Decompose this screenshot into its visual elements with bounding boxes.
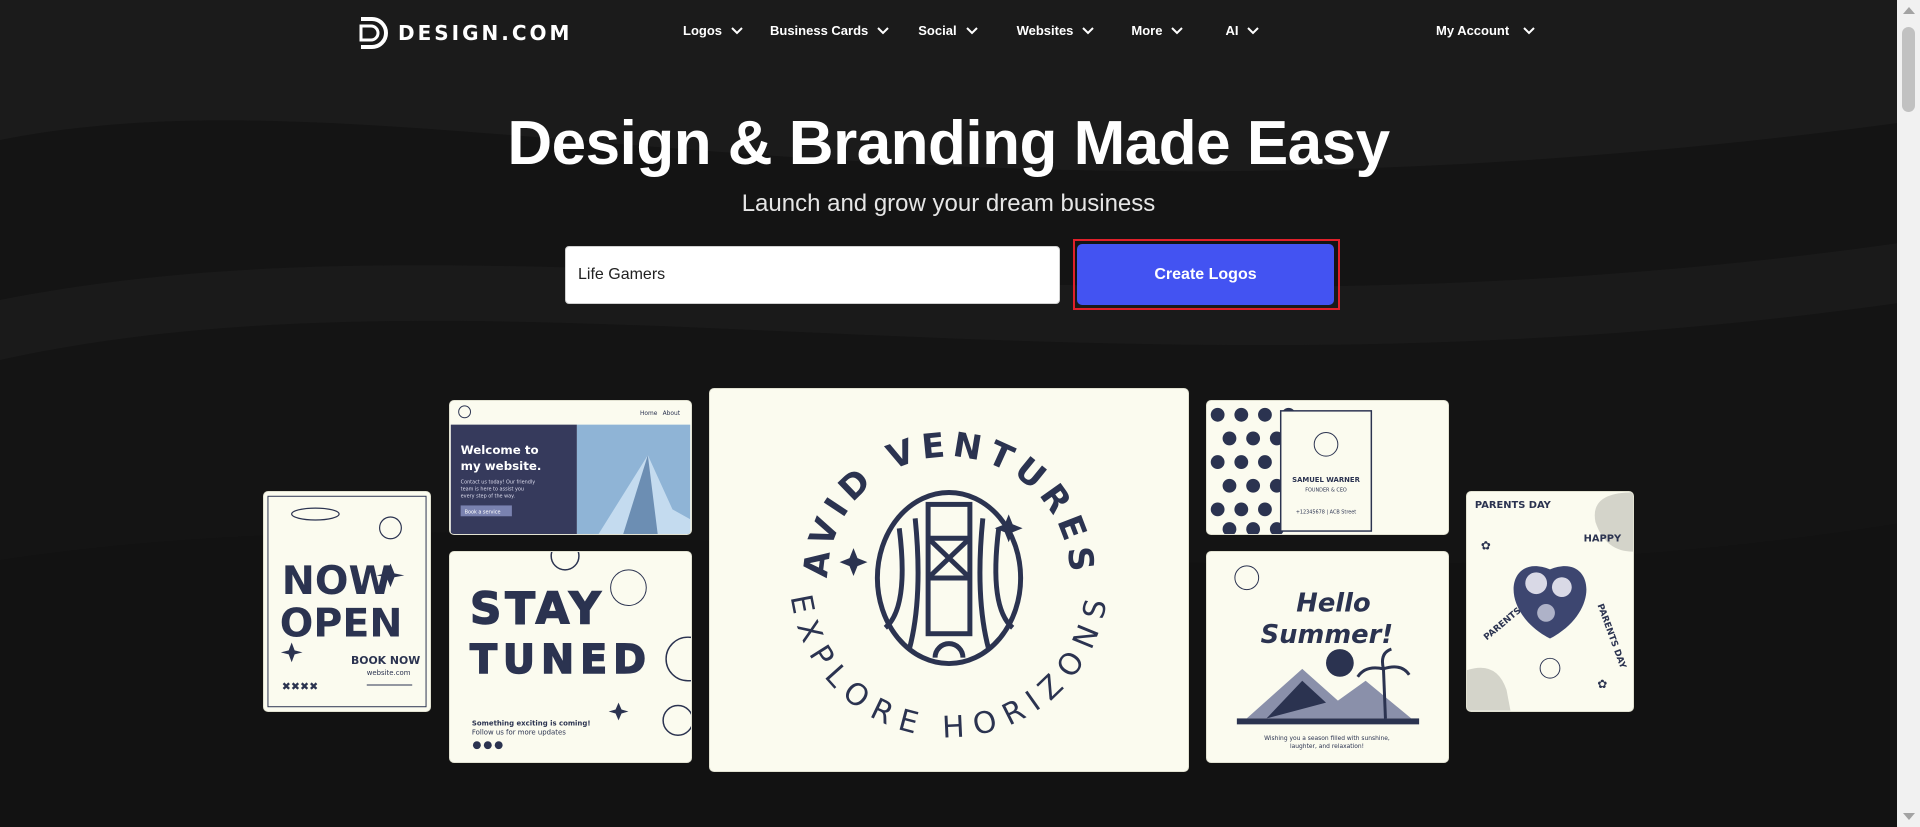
nav-logos[interactable]: Logos — [683, 23, 743, 38]
summer-line1: Wishing you a season filled with sunshin… — [1264, 735, 1390, 742]
website-body-line2: team is here to assist you — [461, 487, 524, 493]
chevron-down-icon — [1171, 26, 1184, 34]
chevron-down-icon — [877, 26, 889, 34]
card-name: SAMUEL WARNER — [1292, 476, 1361, 484]
chevron-down-icon — [1247, 26, 1260, 34]
website-body-line1: Contact us today! Our friendly — [461, 480, 536, 486]
template-card-parents-day[interactable]: PARENTS DAY HAPPY PARENTS DAY PARENTS DA… — [1466, 491, 1634, 712]
now-open-line1: NOW — [282, 558, 392, 604]
brand-logo[interactable]: DESIGN.COM — [358, 16, 572, 50]
flower-icon: ✿ — [1597, 677, 1607, 691]
summer-line2: laughter, and relaxation! — [1290, 743, 1364, 750]
parents-arc-1: PARENTS DAY — [1475, 500, 1552, 511]
template-card-business-card[interactable]: SAMUEL WARNER FOUNDER & CEO +12345678 | … — [1206, 400, 1449, 535]
summer-title-line2: Summer! — [1261, 620, 1393, 650]
nav-ai[interactable]: AI — [1225, 23, 1260, 38]
nav-label: AI — [1225, 23, 1239, 38]
nav-label: Social — [918, 23, 957, 38]
website-nav-about: About — [663, 411, 681, 417]
my-account-label: My Account — [1436, 23, 1510, 38]
nav-label: Business Cards — [770, 23, 869, 38]
website-template: Home About Welcome to my website. Contac… — [450, 401, 691, 534]
nav-business-cards[interactable]: Business Cards — [770, 23, 889, 38]
parents-arc-4: PARENTS DAY — [1595, 603, 1628, 671]
now-open-site: website.com — [367, 669, 411, 677]
now-open-marks: ✖✖✖✖ — [282, 680, 318, 693]
my-account-menu[interactable]: My Account — [1436, 23, 1535, 38]
nav-label: Logos — [683, 23, 722, 38]
design-logo-icon — [359, 17, 388, 49]
parents-arc-2: HAPPY — [1584, 534, 1622, 545]
summer-title-line1: Hello — [1296, 588, 1370, 618]
template-card-avid-ventures[interactable]: AVID VENTURES EXPLORE HORIZONS — [709, 388, 1189, 772]
business-name-input[interactable] — [565, 246, 1060, 304]
avid-ventures-logo: AVID VENTURES EXPLORE HORIZONS — [783, 425, 1116, 746]
website-title-line2: my website. — [461, 459, 542, 473]
template-card-stay-tuned[interactable]: STAY TUNED Something exciting is coming!… — [449, 551, 692, 763]
nav-websites[interactable]: Websites — [1017, 23, 1095, 38]
chevron-down-icon — [1082, 26, 1095, 34]
stay-tuned-word1: STAY — [470, 584, 605, 634]
create-logos-button[interactable]: Create Logos — [1077, 244, 1334, 305]
chevron-down-icon — [965, 26, 978, 34]
main-nav: Logos Business Cards Social Websites Mor… — [683, 23, 1260, 38]
scroll-down-arrow-icon[interactable] — [1903, 813, 1915, 820]
template-card-now-open[interactable]: NOW OPEN BOOK NOW website.com ✖✖✖✖ — [263, 491, 431, 712]
template-card-hello-summer[interactable]: Hello Summer! Wishing you a season fille… — [1206, 551, 1449, 763]
template-card-website[interactable]: Home About Welcome to my website. Contac… — [449, 400, 692, 535]
website-title-line1: Welcome to — [461, 443, 539, 457]
nav-social[interactable]: Social — [918, 23, 978, 38]
now-open-poster: NOW OPEN BOOK NOW website.com ✖✖✖✖ — [267, 495, 427, 708]
business-card-template: SAMUEL WARNER FOUNDER & CEO +12345678 | … — [1210, 407, 1373, 534]
chevron-down-icon — [1523, 26, 1535, 34]
hero-title: Design & Branding Made Easy — [507, 109, 1390, 178]
scroll-up-arrow-icon[interactable] — [1903, 7, 1915, 14]
stay-tuned-poster: STAY TUNED Something exciting is coming!… — [469, 552, 691, 750]
hello-summer-poster: Hello Summer! Wishing you a season fille… — [1234, 565, 1420, 750]
vertical-scrollbar[interactable] — [1897, 0, 1920, 827]
stay-tuned-line1: Something exciting is coming! — [472, 719, 591, 727]
nav-label: More — [1131, 23, 1163, 38]
hero-subtitle: Launch and grow your dream business — [741, 190, 1156, 217]
card-contact: +12345678 | ACB Street — [1296, 509, 1356, 515]
svg-text:EXPLORE HORIZONS: EXPLORE HORIZONS — [783, 592, 1116, 746]
brand-name: DESIGN.COM — [398, 21, 573, 45]
now-open-line2: OPEN — [280, 601, 403, 647]
avid-bottom-arc: EXPLORE HORIZONS — [783, 592, 1111, 746]
stay-tuned-line2: Follow us for more updates — [472, 728, 566, 736]
website-button: Book a service — [465, 509, 501, 515]
nav-label: Websites — [1016, 23, 1074, 38]
nav-more[interactable]: More — [1131, 23, 1184, 38]
now-open-cta: BOOK NOW — [351, 654, 420, 667]
card-role: FOUNDER & CEO — [1305, 488, 1347, 494]
website-body-line3: every step of the way. — [461, 494, 516, 500]
stay-tuned-word2: TUNED — [470, 637, 652, 683]
flower-icon: ✿ — [1481, 539, 1491, 553]
chevron-down-icon — [731, 26, 743, 34]
scrollbar-thumb[interactable] — [1902, 27, 1915, 112]
bridge-emblem — [874, 490, 1024, 666]
page: DESIGN.COM Logos Business Cards Social W… — [0, 0, 1897, 827]
website-nav-home: Home — [640, 411, 658, 417]
parents-day-poster: PARENTS DAY HAPPY PARENTS DAY PARENTS DA… — [1467, 492, 1633, 711]
